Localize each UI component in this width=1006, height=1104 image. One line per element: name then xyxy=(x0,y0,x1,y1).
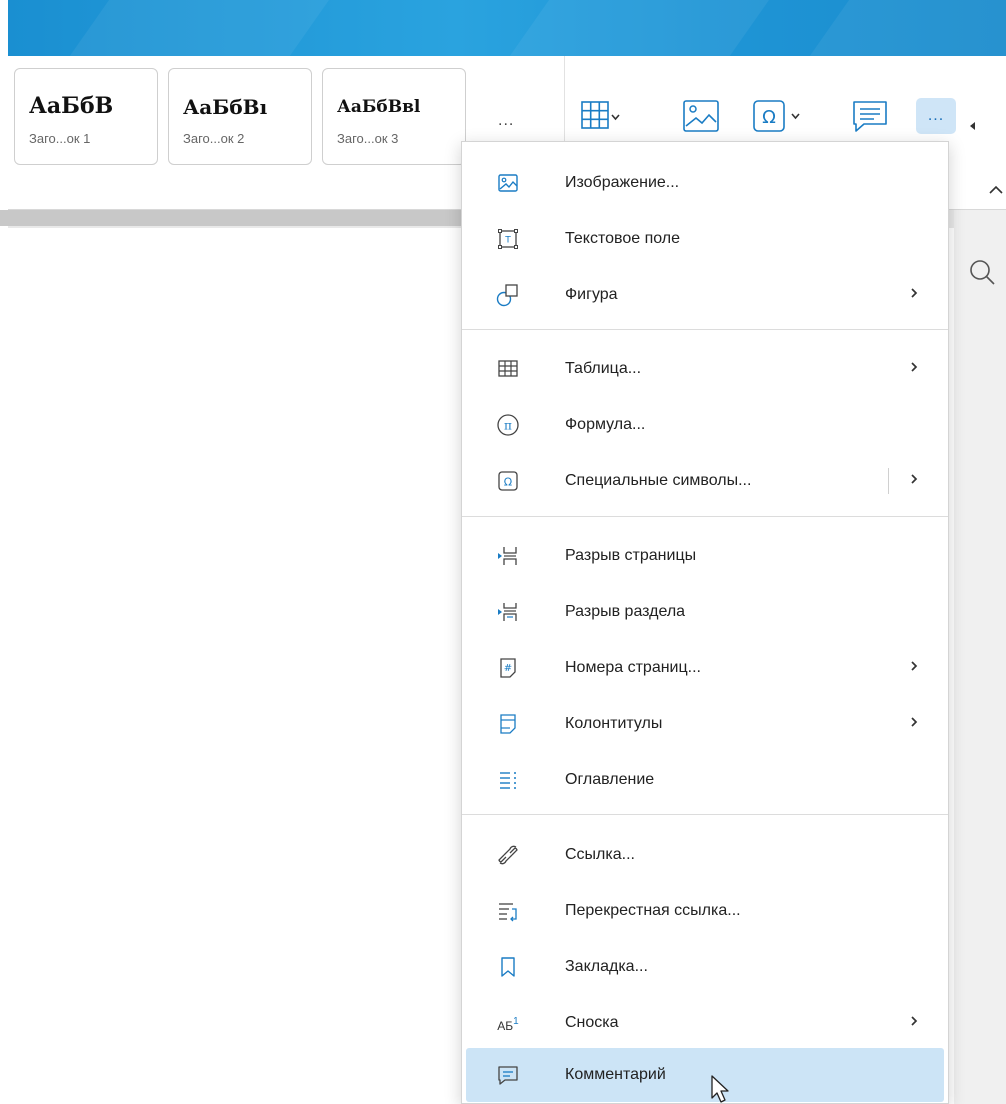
insert-comment-button[interactable] xyxy=(850,96,890,136)
menu-item-section-break[interactable]: Разрыв раздела xyxy=(466,585,944,639)
formula-icon: π xyxy=(496,413,520,437)
menu-item-label: Формула... xyxy=(565,416,646,433)
header-footer-icon xyxy=(496,712,520,736)
cross-reference-icon xyxy=(496,899,520,923)
style-heading-1[interactable]: АаБбВ Заго...ок 1 xyxy=(14,68,158,165)
menu-item-formula[interactable]: π Формула... xyxy=(466,398,944,452)
menu-item-page-numbers[interactable]: # Номера страниц... xyxy=(466,641,944,695)
insert-image-button[interactable] xyxy=(680,96,720,136)
footnote-icon-text: АБ xyxy=(497,1019,514,1033)
collapse-ribbon-icon[interactable] xyxy=(988,185,1004,195)
comment-icon xyxy=(853,101,887,132)
shape-icon xyxy=(496,283,520,307)
menu-separator xyxy=(462,329,948,330)
menu-item-cross-reference[interactable]: Перекрестная ссылка... xyxy=(466,884,944,938)
chevron-right-icon xyxy=(911,717,918,727)
svg-text:T: T xyxy=(504,236,511,246)
style-heading-2[interactable]: АаБбВı Заго...ок 2 xyxy=(168,68,312,165)
menu-item-label: Ссылка... xyxy=(565,846,635,863)
special-characters-button[interactable]: Ω xyxy=(752,96,806,136)
menu-item-label: Комментарий xyxy=(565,1066,666,1083)
chevron-right-icon xyxy=(911,661,918,671)
menu-separator xyxy=(462,516,948,517)
toc-icon xyxy=(496,768,520,792)
menu-item-shape[interactable]: Фигура xyxy=(466,268,944,322)
menu-item-table[interactable]: Таблица... xyxy=(466,342,944,396)
svg-text:Ω: Ω xyxy=(504,476,512,489)
style-heading-3[interactable]: АаБбВвl Заго...ок 3 xyxy=(322,68,466,165)
bookmark-icon xyxy=(496,955,520,979)
insert-table-button[interactable] xyxy=(580,96,620,136)
text-box-icon: T xyxy=(496,227,520,251)
search-icon[interactable] xyxy=(968,258,996,286)
menu-item-label: Изображение... xyxy=(565,174,680,191)
style-sample: АаБбВı xyxy=(183,95,268,119)
menu-item-label: Номера страниц... xyxy=(565,659,701,676)
menu-item-bookmark[interactable]: Закладка... xyxy=(466,940,944,994)
right-side-panel xyxy=(954,210,1006,1104)
menu-item-label: Колонтитулы xyxy=(565,715,663,732)
section-break-icon xyxy=(496,600,520,624)
footnote-icon: АБ 1 xyxy=(496,1011,520,1035)
insert-more-menu: Изображение... T Текстовое поле Фигура Т… xyxy=(461,141,949,1104)
menu-item-label: Закладка... xyxy=(565,958,648,975)
menu-item-label: Фигура xyxy=(565,286,618,303)
style-sample: АаБбВ xyxy=(29,93,114,119)
svg-text:π: π xyxy=(504,419,512,433)
menu-item-text-box[interactable]: T Текстовое поле xyxy=(466,212,944,266)
menu-item-special-characters[interactable]: Ω Специальные символы... xyxy=(466,454,944,508)
more-insert-button[interactable]: ... xyxy=(916,98,956,134)
menu-separator xyxy=(462,814,948,815)
image-icon xyxy=(683,100,719,132)
menu-item-label: Разрыв страницы xyxy=(565,547,697,564)
omega-icon: Ω xyxy=(496,469,520,493)
menu-item-footnote[interactable]: АБ 1 Сноска xyxy=(466,996,944,1050)
mouse-cursor-icon xyxy=(711,1075,729,1103)
menu-item-label: Таблица... xyxy=(565,360,642,377)
chevron-right-icon[interactable] xyxy=(909,472,919,486)
menu-item-label: Специальные символы... xyxy=(565,472,752,489)
style-caption: Заго...ок 2 xyxy=(183,131,245,146)
title-bar xyxy=(8,0,1006,56)
style-caption: Заго...ок 3 xyxy=(337,131,399,146)
menu-item-link[interactable]: Ссылка... xyxy=(466,828,944,882)
chevron-right-icon xyxy=(911,288,918,298)
menu-item-header-footer[interactable]: Колонтитулы xyxy=(466,697,944,751)
footnote-icon-sup: 1 xyxy=(513,1015,519,1027)
svg-text:Ω: Ω xyxy=(762,107,776,128)
table-icon xyxy=(581,101,620,129)
menu-item-label: Сноска xyxy=(565,1014,619,1031)
omega-icon: Ω xyxy=(753,100,800,132)
menu-item-label: Перекрестная ссылка... xyxy=(565,902,741,919)
chevron-right-icon xyxy=(911,362,918,372)
svg-text:#: # xyxy=(504,663,512,674)
menu-item-toc[interactable]: Оглавление xyxy=(466,753,944,807)
chevron-right-icon xyxy=(911,1016,918,1026)
styles-more-button[interactable]: ... xyxy=(498,112,514,130)
style-caption: Заго...ок 1 xyxy=(29,131,91,146)
menu-item-page-break[interactable]: Разрыв страницы xyxy=(466,529,944,583)
menu-item-label: Разрыв раздела xyxy=(565,603,686,620)
scroll-left-icon[interactable] xyxy=(970,122,975,130)
menu-item-comment[interactable]: Комментарий xyxy=(466,1048,944,1102)
image-icon xyxy=(496,171,520,195)
menu-item-label: Текстовое поле xyxy=(565,230,681,247)
link-icon xyxy=(496,843,520,867)
style-sample: АаБбВвl xyxy=(337,97,421,117)
page-break-icon xyxy=(496,544,520,568)
comment-icon xyxy=(496,1063,520,1087)
table-icon xyxy=(496,357,520,381)
page-numbers-icon: # xyxy=(496,656,520,680)
submenu-split-divider xyxy=(888,468,889,494)
window-left-edge xyxy=(0,0,8,1104)
menu-item-label: Оглавление xyxy=(565,771,655,788)
menu-item-image[interactable]: Изображение... xyxy=(466,156,944,210)
